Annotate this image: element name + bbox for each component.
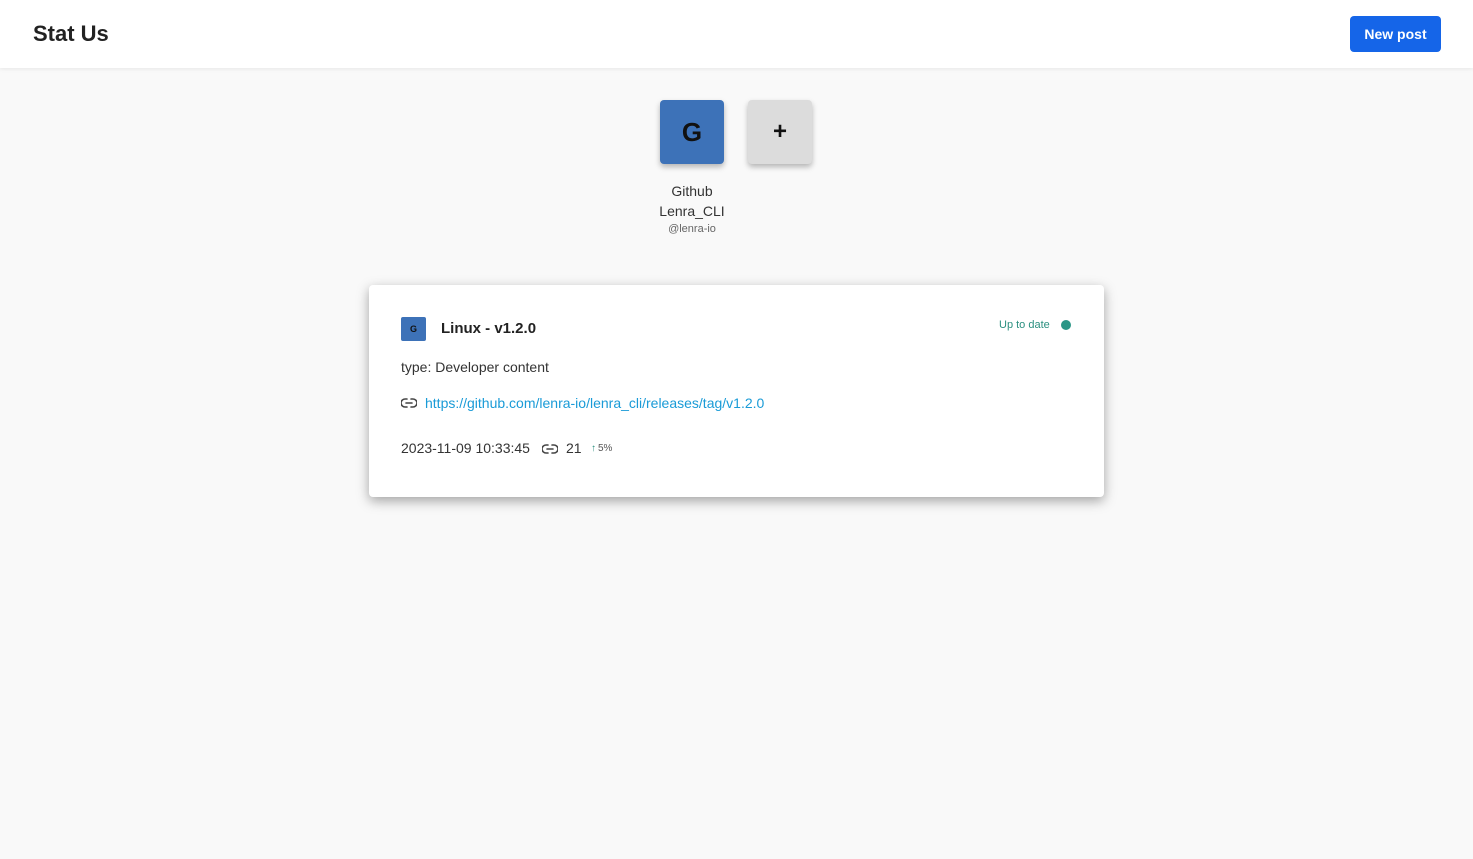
- source-caption: Github Lenra_CLI @lenra-io: [632, 181, 752, 237]
- brand-title: Stat Us: [33, 21, 109, 46]
- card-avatar: G: [401, 317, 426, 341]
- status-badge: Up to date: [999, 319, 1050, 331]
- arrow-up-icon: ↑: [591, 443, 596, 454]
- source-name: Github: [671, 183, 713, 199]
- card-avatar-letter: G: [409, 324, 417, 334]
- post-card: G Linux - v1.2.0 Up to date type: Develo…: [369, 285, 1104, 497]
- link-icon: [401, 398, 417, 408]
- plus-icon: +: [772, 118, 787, 145]
- trend-indicator: ↑ 5%: [591, 443, 612, 454]
- new-post-button[interactable]: New post: [1350, 16, 1441, 52]
- top-bar: Stat Us New post: [0, 0, 1473, 68]
- add-source-button[interactable]: +: [748, 100, 812, 164]
- post-date: 2023-11-09 10:33:45: [401, 440, 530, 456]
- release-link[interactable]: https://github.com/lenra-io/lenra_cli/re…: [425, 395, 764, 411]
- trend-value: 5%: [598, 443, 613, 454]
- card-type: type: Developer content: [401, 359, 549, 375]
- source-tile-github[interactable]: G: [660, 100, 724, 164]
- card-title: Linux - v1.2.0: [441, 320, 537, 337]
- link-count: 21: [566, 440, 582, 456]
- source-handle: @lenra-io: [668, 223, 716, 235]
- link-count-icon: [542, 444, 558, 454]
- status-dot-icon: [1061, 320, 1071, 330]
- source-project: Lenra_CLI: [659, 203, 725, 219]
- github-tile-letter: G: [681, 116, 703, 147]
